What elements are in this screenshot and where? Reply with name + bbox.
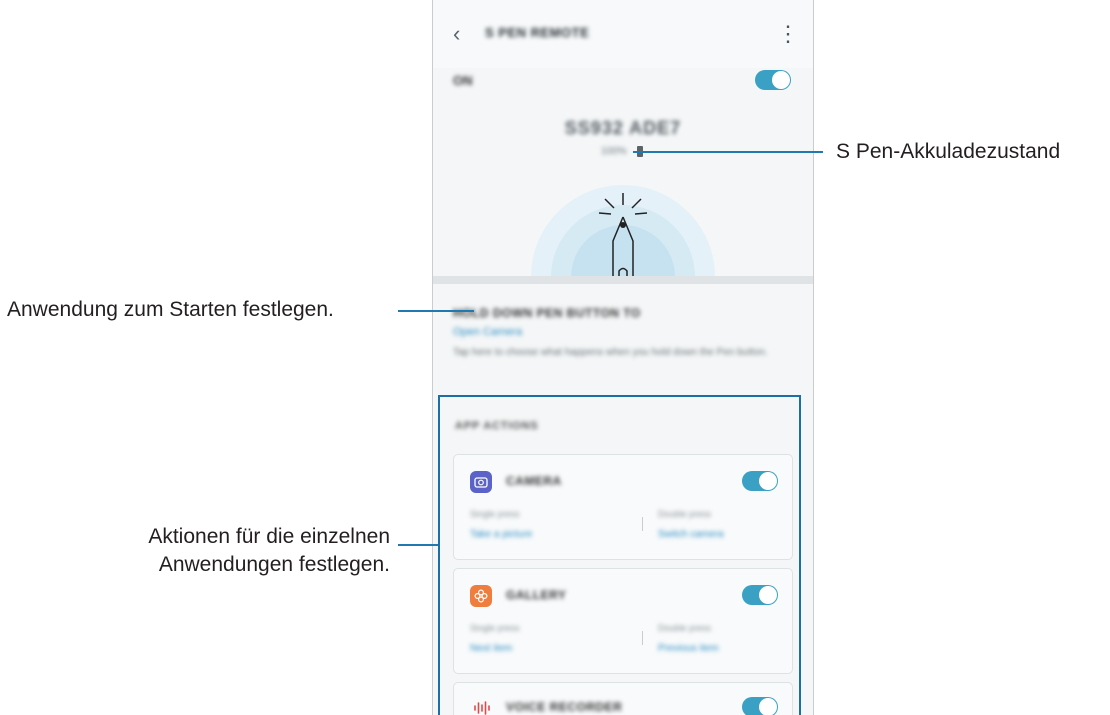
hold-setting-title: HOLD DOWN PEN BUTTON TO [453,306,641,320]
master-toggle-label: ON [453,73,473,88]
pen-illustration [433,185,813,277]
app-actions-highlight-frame [438,395,801,715]
app-launch-callout-line [398,310,474,312]
app-launch-callout: Anwendung zum Starten festlegen. [7,298,334,321]
pen-device-name: SS932 ADE7 [564,118,682,138]
more-options-icon[interactable]: ⋮ [777,20,799,48]
back-arrow-icon[interactable]: ‹ [453,22,469,46]
s-pen-icon [598,193,648,277]
battery-percentage: 100% [601,146,627,157]
battery-callout: S Pen-Akkuladezustand [836,140,1061,163]
page-title: S PEN REMOTE [485,25,590,40]
app-actions-callout-line1: Aktionen für die einzelnen [148,525,390,548]
master-toggle-row[interactable]: ON [433,58,813,102]
section-divider [433,276,813,284]
hold-setting-value: Open Camera [453,326,523,338]
hold-pen-button-setting[interactable]: HOLD DOWN PEN BUTTON TO Open Camera Tap … [433,284,813,396]
battery-callout-line [633,151,823,153]
app-actions-callout-line2: Anwendungen festlegen. [158,553,390,576]
hold-setting-description: Tap here to choose what happens when you… [453,347,768,358]
master-toggle-switch[interactable] [755,70,791,90]
app-actions-callout-line [398,544,438,546]
